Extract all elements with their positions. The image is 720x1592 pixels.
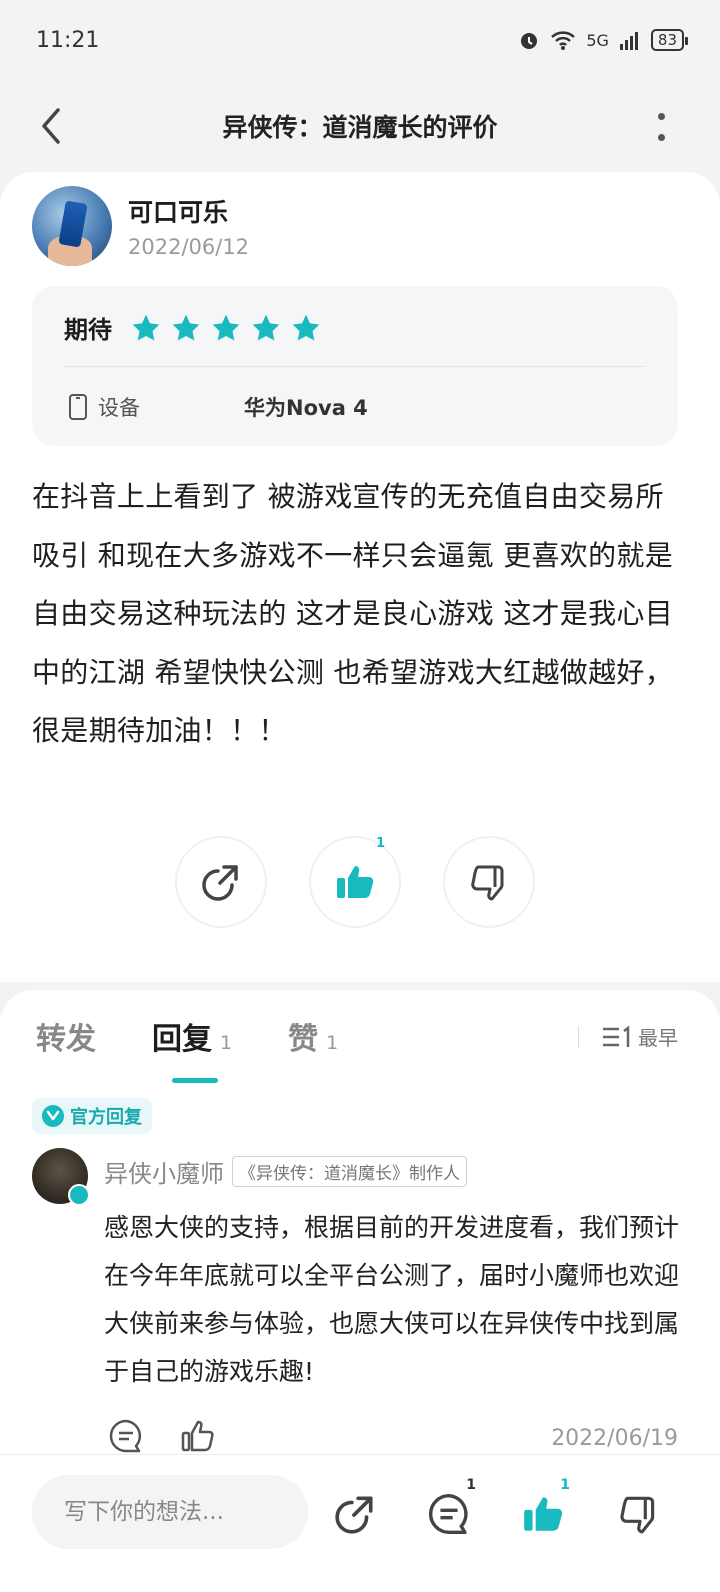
divider	[64, 366, 646, 367]
thumbs-up-icon	[337, 866, 374, 898]
review-actions: 1	[0, 836, 720, 932]
active-tab-indicator	[172, 1078, 218, 1083]
review-date: 2022/06/12	[128, 235, 250, 259]
share-button[interactable]	[324, 1483, 386, 1545]
tab-label: 回复	[152, 1022, 212, 1057]
tab-forward[interactable]: 转发	[36, 1014, 96, 1058]
like-count: 1	[560, 1477, 570, 1493]
rating-label: 期待	[64, 316, 112, 344]
device-row: 设备 华为Nova 4	[68, 392, 368, 422]
star-icon	[292, 314, 320, 340]
bottom-action-bar: 1 1	[0, 1454, 720, 1592]
phone-icon	[69, 394, 87, 420]
reply-author-name[interactable]: 异侠小魔师	[104, 1154, 224, 1189]
network-label: 5G	[586, 30, 609, 50]
share-button[interactable]	[175, 836, 267, 928]
dislike-button[interactable]	[608, 1483, 670, 1545]
star-rating	[130, 312, 322, 344]
tab-label: 转发	[36, 1022, 96, 1057]
tab-count: 1	[220, 1032, 233, 1054]
review-author: 可口可乐 2022/06/12	[32, 186, 249, 266]
divider	[578, 1026, 579, 1048]
thumbs-up-icon[interactable]	[180, 1418, 216, 1454]
star-icon	[212, 314, 240, 340]
alarm-icon	[521, 33, 538, 49]
heart-icon	[42, 1105, 64, 1127]
avatar[interactable]	[32, 1148, 90, 1206]
more-dot-icon	[657, 134, 665, 141]
star-icon	[172, 314, 200, 340]
review-text: 在抖音上上看到了 被游戏宣传的无充值自由交易所吸引 和现在大多游戏不一样只会逼氪…	[32, 480, 674, 747]
comment-icon[interactable]	[108, 1418, 144, 1454]
tab-label: 赞	[288, 1022, 319, 1057]
like-button[interactable]: 1	[309, 836, 401, 928]
verified-badge-icon	[68, 1184, 90, 1206]
chevron-left-icon	[42, 108, 60, 144]
star-icon	[132, 314, 160, 340]
device-label: 设备	[98, 396, 140, 420]
like-button[interactable]: 1	[512, 1477, 574, 1545]
reply-header: 异侠小魔师 《异侠传：道消魔长》制作人	[104, 1154, 467, 1189]
review-card: 可口可乐 2022/06/12 期待 设备 华为Nova 4 在抖音上上看到了 …	[0, 172, 720, 982]
sort-label: 最早	[638, 1026, 678, 1050]
sort-button[interactable]: 最早	[578, 1022, 678, 1051]
reply-date: 2022/06/19	[551, 1426, 678, 1451]
comment-count: 1	[466, 1477, 476, 1493]
signal-icon	[619, 32, 638, 50]
like-count: 1	[375, 836, 385, 851]
sort-icon	[603, 1025, 630, 1047]
device-value: 华为Nova 4	[244, 396, 368, 420]
official-reply-badge: 官方回复	[32, 1098, 152, 1134]
share-icon	[202, 865, 238, 901]
status-time: 11:21	[36, 27, 100, 53]
tab-likes[interactable]: 赞 1	[288, 1014, 338, 1058]
page-title: 异侠传：道消魔长的评价	[222, 113, 498, 142]
reply-actions	[108, 1418, 216, 1454]
comment-icon	[429, 1493, 468, 1535]
top-bar: 异侠传：道消魔长的评价	[0, 80, 720, 172]
more-dot-icon	[657, 113, 665, 120]
rating-box: 期待 设备 华为Nova 4	[32, 286, 678, 446]
thumbs-down-icon	[471, 865, 504, 901]
author-name[interactable]: 可口可乐	[128, 193, 249, 229]
badge-label: 官方回复	[70, 1107, 142, 1128]
tab-count: 1	[326, 1032, 339, 1054]
back-button[interactable]	[38, 98, 78, 154]
battery-indicator: 83	[650, 29, 689, 51]
more-options-button[interactable]	[646, 100, 676, 154]
thumbs-up-icon	[524, 1497, 563, 1531]
status-bar: 11:21 5G 83	[0, 0, 720, 80]
comment-input[interactable]	[32, 1475, 308, 1549]
wifi-icon	[551, 31, 576, 50]
replies-section: 转发 回复 1 赞 1 最早 官方回复 异侠小魔师 《异侠传：道消魔长》制作人 …	[0, 990, 720, 1460]
star-icon	[252, 314, 280, 340]
reply-author-role: 《异侠传：道消魔长》制作人	[232, 1156, 467, 1187]
dislike-button[interactable]	[443, 836, 535, 928]
rating-row: 期待	[64, 310, 322, 345]
thumbs-down-icon	[620, 1496, 655, 1534]
status-icons: 5G 83	[518, 29, 689, 51]
author-info: 可口可乐 2022/06/12	[128, 193, 249, 259]
reply-tabs: 转发 回复 1 赞 1	[36, 1014, 394, 1083]
reply-text: 感恩大侠的支持，根据目前的开发进度看，我们预计在今年年底就可以全平台公测了，届时…	[104, 1213, 680, 1386]
share-icon	[335, 1496, 373, 1534]
avatar[interactable]	[32, 186, 112, 266]
tab-replies[interactable]: 回复 1	[152, 1014, 233, 1083]
comment-button[interactable]: 1	[418, 1477, 480, 1545]
